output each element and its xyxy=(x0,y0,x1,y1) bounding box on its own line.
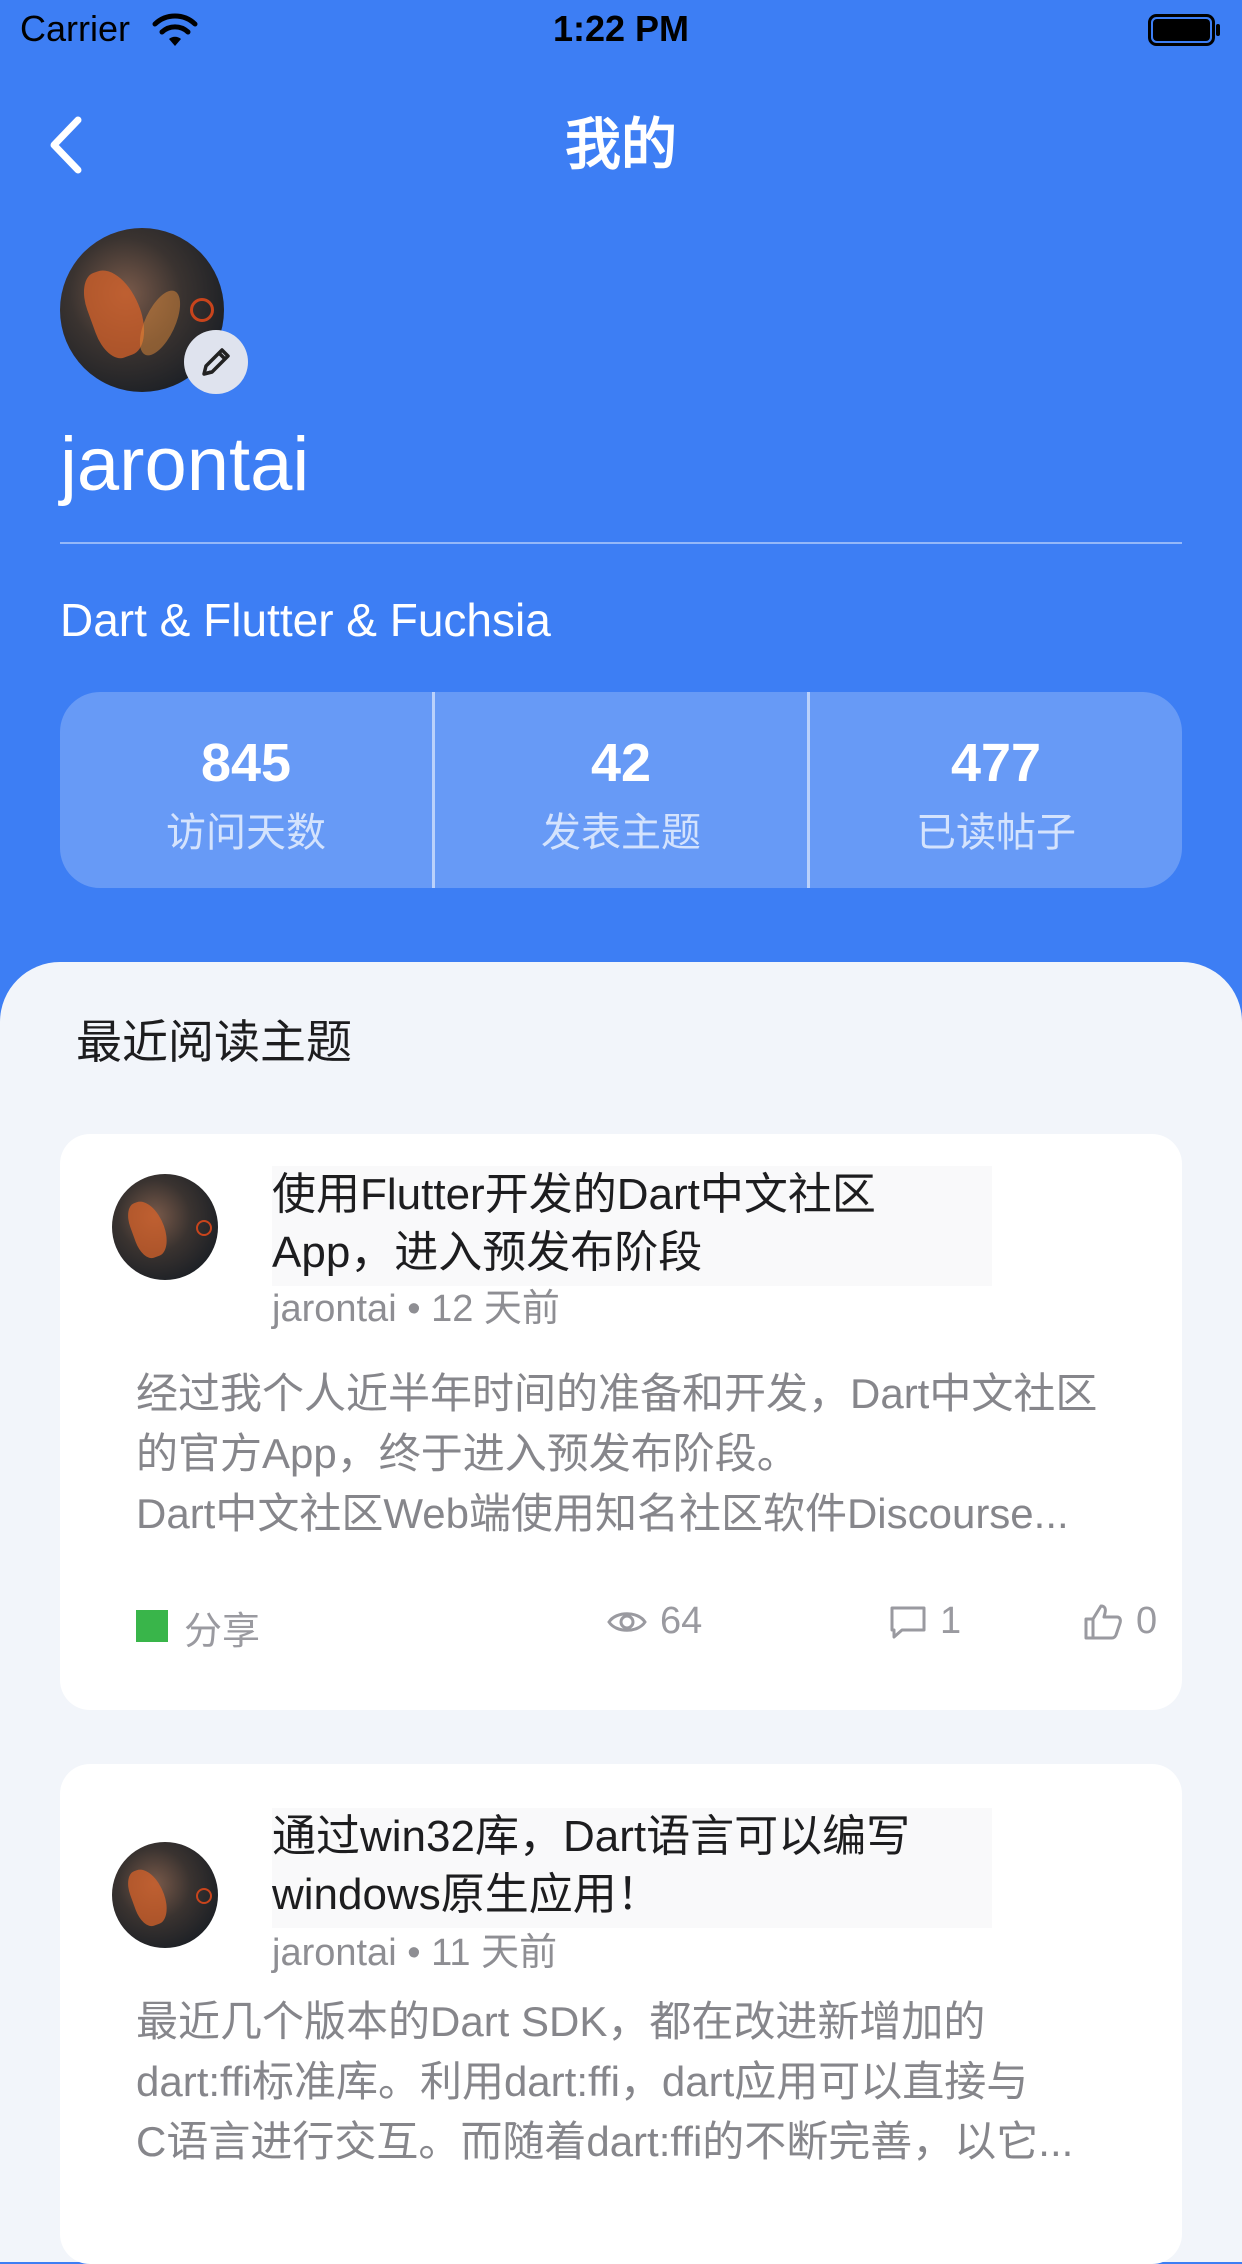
author-name: jarontai xyxy=(272,1932,397,1974)
excerpt-line: dart:ffi标准库。利用dart:ffi，dart应用可以直接与 xyxy=(136,2058,1029,2105)
topic-card[interactable]: 使用Flutter开发的Dart中文社区 App，进入预发布阶段 jaronta… xyxy=(60,1134,1182,1710)
recent-topics-sheet: 最近阅读主题 使用Flutter开发的Dart中文社区 App，进入预发布阶段 … xyxy=(0,962,1242,2264)
likes-value: 0 xyxy=(1136,1600,1158,1642)
divider xyxy=(60,542,1182,544)
excerpt-line: 的官方App，终于进入预发布阶段。 xyxy=(136,1430,799,1477)
stat-posts-read[interactable]: 477 已读帖子 xyxy=(807,692,1182,888)
topic-title[interactable]: 使用Flutter开发的Dart中文社区 App，进入预发布阶段 xyxy=(272,1166,992,1286)
excerpt-line: 最近几个版本的Dart SDK，都在改进新增加的 xyxy=(136,1998,986,2045)
stat-value: 42 xyxy=(590,733,652,793)
topic-meta: jarontai • 12 天前 xyxy=(272,1284,560,1334)
topic-time: 11 天前 xyxy=(431,1932,558,1974)
topic-footer: 分享 64 1 0 xyxy=(136,1594,1166,1654)
stat-label: 访问天数 xyxy=(166,811,326,855)
meta-separator: • xyxy=(407,1932,432,1974)
author-name: jarontai xyxy=(272,1288,397,1330)
username: jarontai xyxy=(60,422,310,507)
excerpt-line: Dart中文社区Web端使用知名社区软件Discourse... xyxy=(136,1490,1069,1537)
views-count: 64 xyxy=(606,1600,702,1643)
category-color-icon xyxy=(136,1610,168,1642)
topic-title-line: 使用Flutter开发的Dart中文社区 xyxy=(272,1170,876,1219)
nav-bar: 我的 xyxy=(0,100,1242,190)
topic-title-line: App，进入预发布阶段 xyxy=(272,1228,703,1277)
replies-value: 1 xyxy=(940,1600,962,1642)
edit-avatar-button[interactable] xyxy=(184,330,248,394)
topic-excerpt: 经过我个人近半年时间的准备和开发，Dart中文社区 的官方App，终于进入预发布… xyxy=(136,1364,1136,1544)
author-avatar[interactable] xyxy=(112,1842,218,1948)
meta-separator: • xyxy=(407,1288,432,1330)
page-title: 我的 xyxy=(565,113,677,176)
battery-icon xyxy=(1148,14,1220,46)
section-title: 最近阅读主题 xyxy=(76,1016,352,1068)
likes-count[interactable]: 0 xyxy=(1082,1600,1157,1643)
topic-meta: jarontai • 11 天前 xyxy=(272,1928,557,1978)
status-bar: Carrier 1:22 PM xyxy=(0,0,1242,62)
stat-visit-days[interactable]: 845 访问天数 xyxy=(60,692,432,888)
category-label[interactable]: 分享 xyxy=(184,1600,260,1655)
views-value: 64 xyxy=(660,1600,703,1642)
stats-panel: 845 访问天数 42 发表主题 477 已读帖子 xyxy=(60,692,1182,888)
thumbs-up-icon xyxy=(1084,1604,1122,1639)
stat-topics-posted[interactable]: 42 发表主题 xyxy=(432,692,807,888)
bio: Dart & Flutter & Fuchsia xyxy=(60,594,551,646)
topic-excerpt: 最近几个版本的Dart SDK，都在改进新增加的 dart:ffi标准库。利用d… xyxy=(136,1992,1136,2172)
pencil-icon xyxy=(202,348,230,376)
back-chevron-icon[interactable] xyxy=(40,110,100,180)
eye-icon xyxy=(607,1611,647,1632)
topic-title-line: 通过win32库，Dart语言可以编写 xyxy=(272,1812,911,1861)
replies-count: 1 xyxy=(888,1600,961,1643)
stat-value: 477 xyxy=(950,733,1042,793)
stat-label: 已读帖子 xyxy=(916,811,1076,855)
topic-title[interactable]: 通过win32库，Dart语言可以编写 windows原生应用！ xyxy=(272,1808,992,1928)
topic-title-line: windows原生应用！ xyxy=(272,1870,661,1919)
excerpt-line: 经过我个人近半年时间的准备和开发，Dart中文社区 xyxy=(136,1370,1098,1417)
topic-card[interactable]: 通过win32库，Dart语言可以编写 windows原生应用！ jaronta… xyxy=(60,1764,1182,2264)
clock: 1:22 PM xyxy=(552,8,690,49)
stat-value: 845 xyxy=(200,733,292,793)
comment-icon xyxy=(890,1606,926,1638)
author-avatar[interactable] xyxy=(112,1174,218,1280)
stat-label: 发表主题 xyxy=(541,811,701,855)
excerpt-line: C语言进行交互。而随着dart:ffi的不断完善，以它... xyxy=(136,2118,1074,2165)
topic-time: 12 天前 xyxy=(431,1288,560,1330)
